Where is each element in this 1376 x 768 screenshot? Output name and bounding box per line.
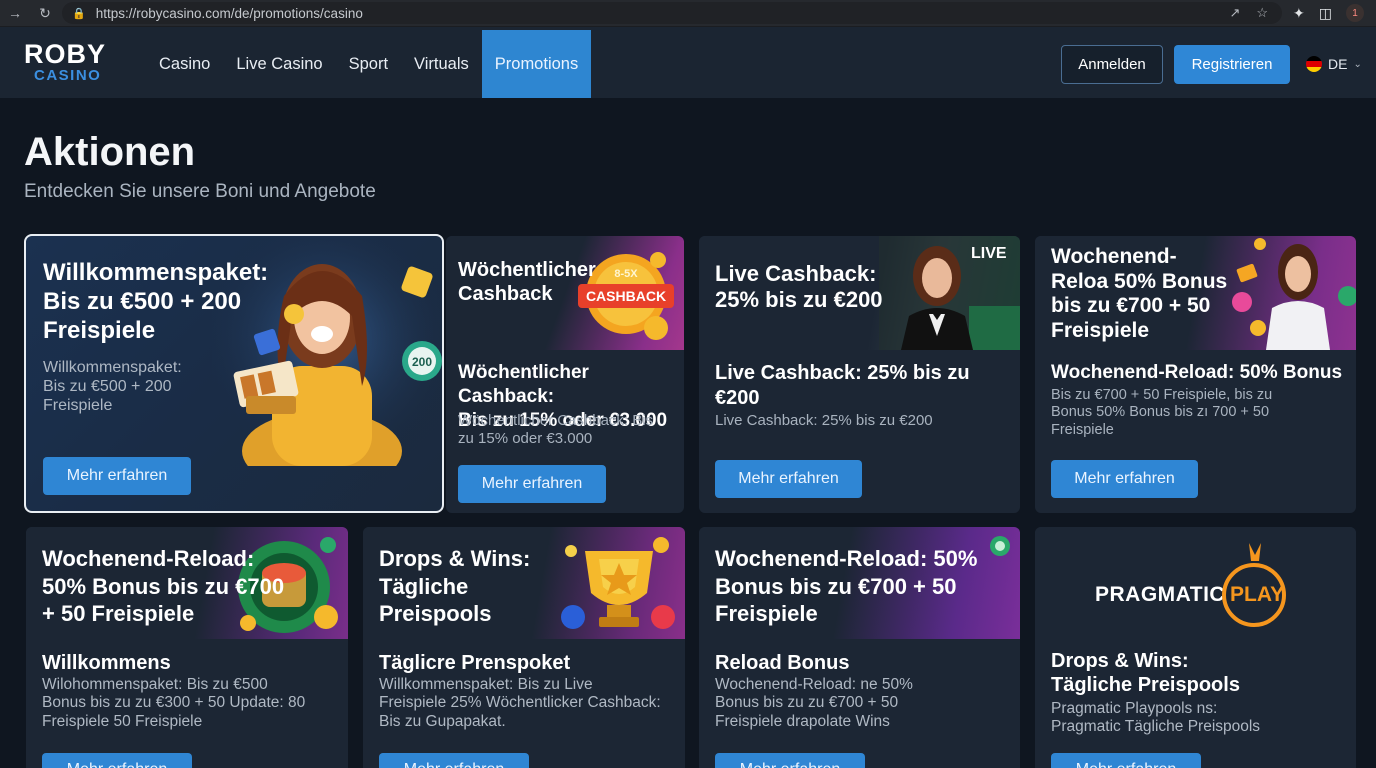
learn-more-button[interactable]: Mehr erfahren xyxy=(715,460,862,498)
card-banner: PRAGMATIC PLAY xyxy=(1035,527,1356,639)
nav-virtuals[interactable]: Virtuals xyxy=(401,30,482,98)
learn-more-button[interactable]: Mehr erfahren xyxy=(715,753,865,768)
share-icon[interactable]: ↗ xyxy=(1229,5,1240,21)
card-title: Live Cashback: 25% bis zu €200 xyxy=(715,261,883,313)
card-description: Bis zu €700 + 50 Freispiele, bis zu Bonu… xyxy=(1051,387,1273,438)
promo-card-weekend-reload[interactable]: Wochenend- Reloa 50% Bonus bis zu €700 +… xyxy=(1035,236,1356,513)
card-title: Willkommenspaket: Bis zu €500 + 200 Frei… xyxy=(43,259,269,344)
page-subtitle: Entdecken Sie unsere Boni und Angebote xyxy=(24,181,376,202)
card-title: Wochenend-Reload: 50% Bonus bis zu €700 … xyxy=(42,546,285,626)
live-tag: LIVE xyxy=(971,245,1007,262)
promo-card-pragmatic-drops[interactable]: PRAGMATIC PLAY Drops & Wins: Tägliche Pr… xyxy=(1035,527,1356,768)
card-title: Wochenend-Reload: 50% Bonus bis zu €700 … xyxy=(715,546,978,626)
pragmatic-logo-text: PRAGMATIC xyxy=(1095,583,1226,606)
card-description: Wochenend-Reload: ne 50% Bonus bis zu zu… xyxy=(715,676,913,730)
learn-more-button[interactable]: Mehr erfahren xyxy=(42,753,192,768)
learn-more-button[interactable]: Mehr erfahren xyxy=(379,753,529,768)
register-button[interactable]: Registrieren xyxy=(1174,45,1290,84)
lock-icon: 🔒 xyxy=(72,7,86,20)
card-heading: Wochenend-Reload: 50% Bonus xyxy=(1051,362,1343,383)
card-description: Willkommenspaket: Bis zu €500 + 200 Frei… xyxy=(43,359,182,415)
main-navigation: Casino Live Casino Sport Virtuals Promot… xyxy=(146,30,592,98)
nav-live-casino[interactable]: Live Casino xyxy=(223,30,335,98)
extensions-icon[interactable]: ✦ xyxy=(1293,5,1305,22)
card-title: Wochenend- Reloa 50% Bonus bis zu €700 +… xyxy=(1051,245,1228,342)
card-description: Wilohommenspaket: Bis zu €500 Bonus bis … xyxy=(42,676,306,730)
promo-card-live-cashback[interactable]: LIVE Live Cashback: 25% bis zu €200 Live… xyxy=(699,236,1020,513)
sidebar-icon[interactable]: ◫ xyxy=(1319,5,1332,22)
site-logo[interactable]: ROBY CASINO xyxy=(24,41,120,87)
card-heading: Täglicre Prenspoket xyxy=(379,652,571,674)
promo-card-weekly-cashback[interactable]: CASHBACK 8-5X Wöchentlicher Cashback Wöc… xyxy=(446,236,684,513)
logo-roby-text: ROBY xyxy=(24,39,107,69)
trophy-icon xyxy=(561,537,675,629)
card-description: Wöchentlicher Cashback: Bis zu 15% oder … xyxy=(458,412,654,447)
login-button[interactable]: Anmelden xyxy=(1061,45,1163,84)
play-logo-text: PLAY xyxy=(1230,583,1285,606)
language-code: DE xyxy=(1328,56,1348,72)
learn-more-button[interactable]: Mehr erfahren xyxy=(458,465,606,503)
germany-flag-icon xyxy=(1306,56,1322,72)
learn-more-button[interactable]: Mehr erfahren xyxy=(1051,753,1201,768)
nav-promotions[interactable]: Promotions xyxy=(481,30,592,98)
card-title: Drops & Wins: Tägliche Preispools xyxy=(379,546,531,626)
promo-card-welcome[interactable]: 200 Willkommenspaket: Bis zu €500 + 200 … xyxy=(24,234,444,513)
page-title: Aktionen xyxy=(24,130,196,174)
site-header: ROBY CASINO Casino Live Casino Sport Vir… xyxy=(0,27,1376,98)
nav-casino[interactable]: Casino xyxy=(146,30,223,98)
card-heading: Willkommens xyxy=(42,652,171,674)
card-description: Live Cashback: 25% bis zu €200 xyxy=(715,412,933,429)
reload-icon[interactable]: ↻ xyxy=(36,4,54,22)
card-heading: Reload Bonus xyxy=(715,652,850,674)
chevron-down-icon: ⌄ xyxy=(1353,58,1362,70)
card-heading: Live Cashback: 25% bis zu €200 xyxy=(715,362,970,409)
star-icon[interactable]: ☆ xyxy=(1256,5,1268,21)
nav-sport[interactable]: Sport xyxy=(336,30,401,98)
address-bar[interactable]: 🔒 https://robycasino.com/de/promotions/c… xyxy=(62,2,1282,24)
card-description: Pragmatic Playpools ns: Pragmatic Täglic… xyxy=(1051,700,1261,736)
back-icon[interactable]: → xyxy=(6,4,24,22)
card-description: Willkommenspaket: Bis zu Live Freispiele… xyxy=(379,676,661,730)
url-text: https://robycasino.com/de/promotions/cas… xyxy=(95,5,363,21)
svg-text:200: 200 xyxy=(412,355,432,369)
promo-card-weekend-reload-2[interactable]: Wochenend-Reload: 50% Bonus bis zu €700 … xyxy=(26,527,348,768)
cashback-badge-top: 8-5X xyxy=(614,268,638,280)
card-title: Wöchentlicher Cashback xyxy=(458,259,596,305)
learn-more-button[interactable]: Mehr erfahren xyxy=(1051,460,1198,498)
profile-avatar[interactable]: 1 xyxy=(1346,4,1364,22)
woman-bonus-illustration xyxy=(1232,238,1356,350)
learn-more-button[interactable]: Mehr erfahren xyxy=(43,457,191,495)
card-heading: Drops & Wins: Tägliche Preispools xyxy=(1051,650,1240,697)
promo-card-reload-bonus[interactable]: Wochenend-Reload: 50% Bonus bis zu €700 … xyxy=(699,527,1020,768)
bonus-badge-icon xyxy=(990,536,1010,556)
promo-card-drops-wins[interactable]: Drops & Wins: Tägliche Preispools Täglic… xyxy=(363,527,685,768)
language-selector[interactable]: DE ⌄ xyxy=(1306,56,1362,72)
browser-toolbar: → ↻ 🔒 https://robycasino.com/de/promotio… xyxy=(0,0,1376,27)
logo-casino-text: CASINO xyxy=(34,67,102,84)
cashback-badge-text: CASHBACK xyxy=(586,288,666,304)
pragmatic-play-logo: PRAGMATIC PLAY xyxy=(1095,541,1295,631)
